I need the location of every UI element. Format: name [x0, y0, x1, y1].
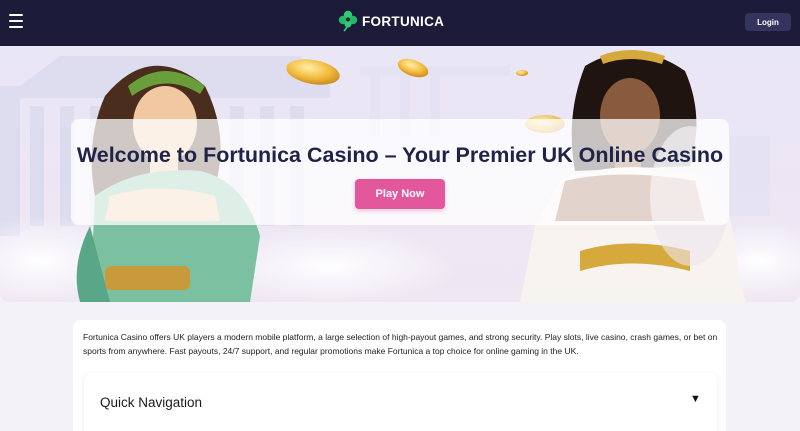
quick-navigation-toggle[interactable]: Quick Navigation ▼ [84, 373, 717, 431]
hero-banner: Welcome to Fortunica Casino – Your Premi… [0, 46, 800, 302]
content-card: Fortunica Casino offers UK players a mod… [73, 320, 726, 431]
brand-name: FORTUNICA [362, 13, 445, 29]
clover-icon [338, 10, 358, 32]
intro-paragraph: Fortunica Casino offers UK players a mod… [83, 332, 718, 356]
welcome-card: Welcome to Fortunica Casino – Your Premi… [71, 119, 729, 225]
page-title: Welcome to Fortunica Casino – Your Premi… [76, 143, 724, 167]
hamburger-menu-icon[interactable] [9, 14, 23, 28]
brand-logo[interactable]: FORTUNICA [338, 9, 444, 33]
play-now-button[interactable]: Play Now [355, 179, 445, 209]
quick-navigation-label: Quick Navigation [100, 395, 203, 410]
chevron-down-icon[interactable]: ▼ [690, 393, 701, 405]
top-navigation-bar: FORTUNICA Login [0, 0, 800, 46]
login-button[interactable]: Login [745, 13, 791, 31]
